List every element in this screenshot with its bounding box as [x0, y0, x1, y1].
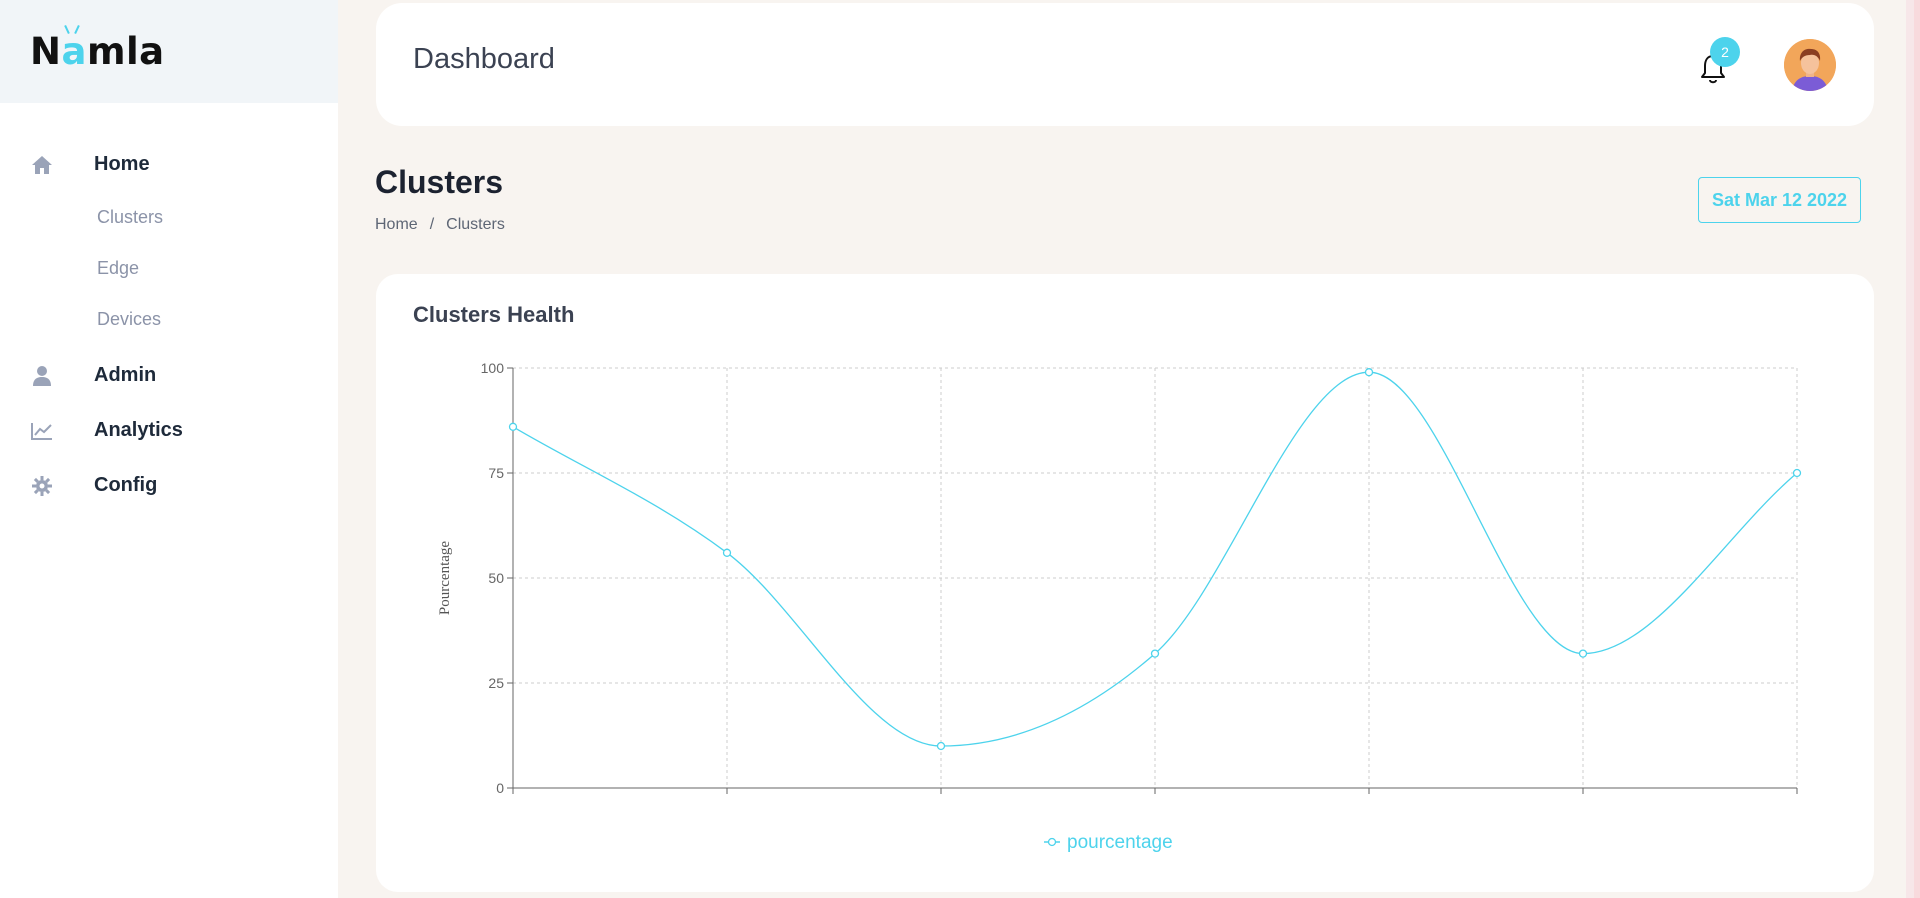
sidebar-item-label: Analytics: [94, 419, 183, 441]
page-title: Clusters: [375, 164, 504, 200]
y-tick-label: 100: [481, 360, 505, 376]
logo-antenna: [64, 25, 80, 35]
sidebar: Namla Home Clusters Edge Devices Admin A…: [0, 0, 338, 898]
logo-text-suffix: mla: [86, 30, 165, 73]
data-point: [1792, 468, 1802, 478]
avatar[interactable]: [1784, 39, 1836, 91]
data-point: [1364, 368, 1374, 377]
sidebar-nav: Home Clusters Edge Devices Admin Analyti…: [0, 137, 338, 513]
logo-accent-letter: a: [61, 30, 87, 73]
logo-area: Namla: [0, 0, 338, 103]
y-tick-label: 0: [496, 780, 504, 796]
data-point: [508, 422, 518, 431]
sidebar-subitem-edge[interactable]: Edge: [0, 243, 338, 294]
y-axis-label: Pourcentage: [437, 541, 453, 615]
breadcrumb-home[interactable]: Home: [375, 216, 418, 234]
header-bar: Dashboard 2: [376, 3, 1874, 126]
sidebar-item-label: Admin: [94, 364, 157, 386]
data-point: [722, 548, 732, 557]
sidebar-item-config[interactable]: Config: [0, 458, 338, 513]
data-point: [1150, 649, 1160, 658]
logo-text-accent: a: [61, 30, 86, 73]
sidebar-item-label: Home: [94, 153, 150, 175]
user-icon: [30, 364, 54, 388]
sidebar-item-admin[interactable]: Admin: [0, 348, 338, 403]
sidebar-subitem-clusters[interactable]: Clusters: [0, 192, 338, 243]
y-tick-label: 50: [488, 570, 504, 586]
logo-text-prefix: N: [30, 30, 62, 73]
breadcrumb-current: Clusters: [446, 216, 505, 233]
header-title: Dashboard: [413, 43, 555, 75]
y-tick-label: 75: [488, 465, 504, 481]
chart-card: Clusters Health 0 25 50 75 100 Pourcentage pou…: [376, 274, 1874, 892]
data-point: [1578, 649, 1588, 658]
home-submenu: Clusters Edge Devices: [0, 192, 338, 345]
sidebar-subitem-devices[interactable]: Devices: [0, 294, 338, 345]
data-point: [936, 741, 946, 751]
notification-badge: 2: [1710, 37, 1740, 67]
breadcrumb-separator: /: [429, 216, 435, 233]
chart-line-icon: [30, 419, 54, 443]
chart-legend: pourcentage: [1044, 832, 1173, 853]
home-icon: [30, 153, 54, 177]
namla-logo[interactable]: Namla: [30, 30, 165, 73]
legend-label: pourcentage: [1067, 832, 1173, 853]
gear-icon: [30, 474, 54, 498]
right-edge-accent: [1914, 0, 1920, 898]
legend-marker: [1047, 837, 1057, 847]
sidebar-item-label: Config: [94, 474, 158, 496]
line-chart: 0 25 50 75 100 Pourcentage pourcentage: [437, 360, 1802, 853]
date-button[interactable]: Sat Mar 12 2022: [1698, 177, 1861, 223]
sidebar-item-analytics[interactable]: Analytics: [0, 403, 338, 458]
sidebar-item-home[interactable]: Home: [0, 137, 338, 192]
y-tick-label: 25: [488, 675, 504, 691]
breadcrumb: Home / Clusters: [375, 216, 505, 234]
